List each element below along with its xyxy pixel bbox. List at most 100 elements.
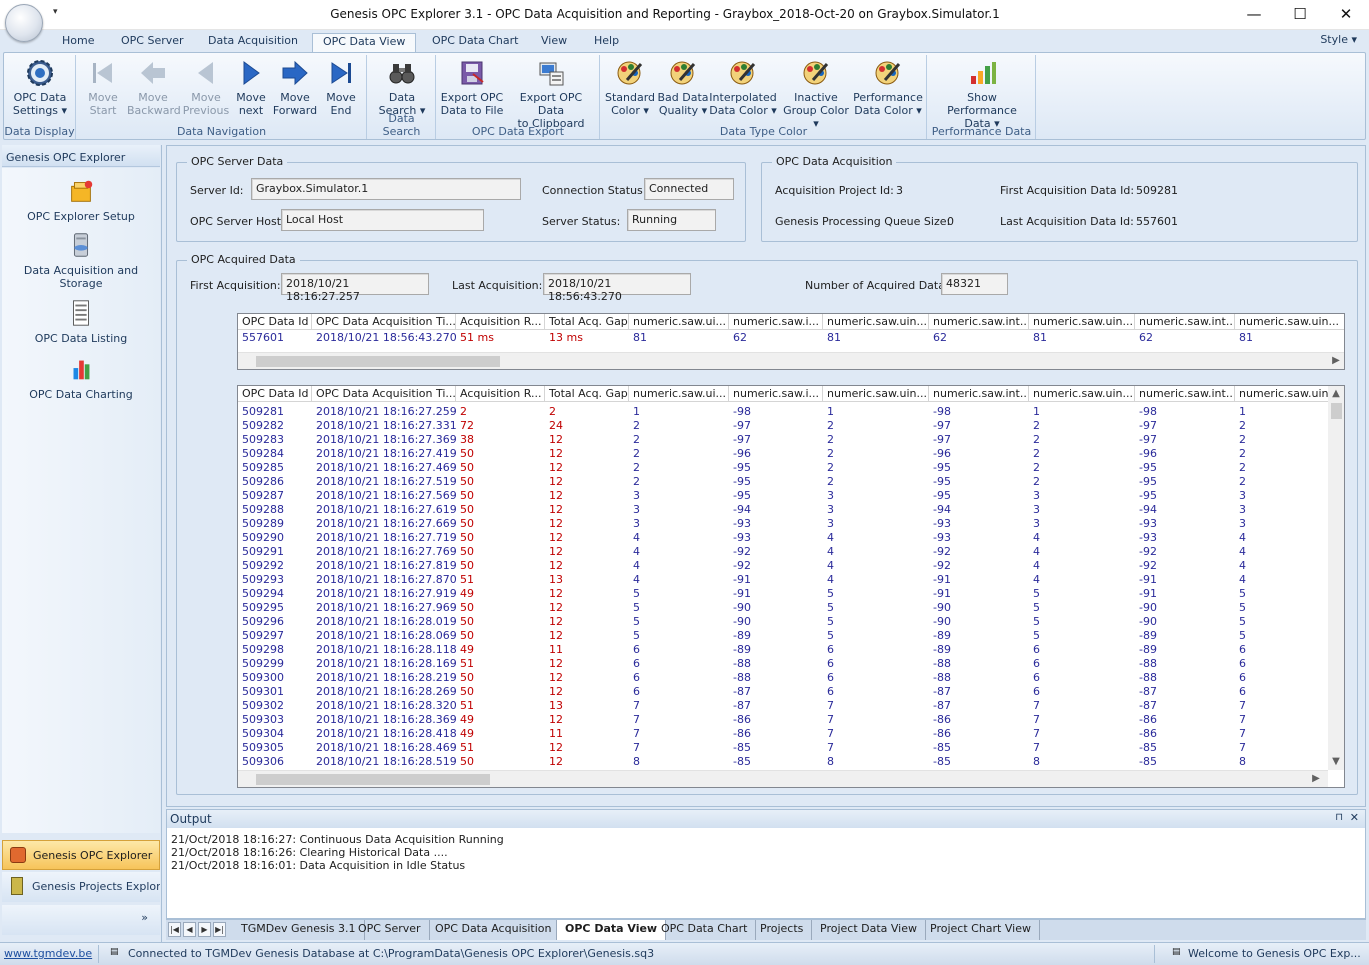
nav-more-button[interactable]: » [2,905,160,935]
table-row[interactable]: 509300 2018/10/21 18:16:28.219 50 12 6 -88 6 -8… [238,671,1328,685]
application-menu-button[interactable] [5,4,43,42]
tab-opc-data-view[interactable]: OPC Data View [312,33,417,52]
performance-color-button[interactable]: Performance Data Color ▾ [853,57,923,117]
export-to-clipboard-button[interactable]: Export OPC Data to Clipboard [507,57,595,130]
close-icon[interactable]: ✕ [1350,811,1359,824]
last-acquisition-field[interactable]: 2018/10/21 18:56:43.270 [543,273,691,303]
standard-color-button[interactable]: Standard Color ▾ [603,57,657,117]
column-header[interactable]: numeric.saw.int... [929,314,1029,330]
doc-tab-project-chart-view[interactable]: Project Chart View [922,920,1040,940]
tab-opc-data-chart[interactable]: OPC Data Chart [422,33,528,52]
doc-tab-opc-data-acquisition[interactable]: OPC Data Acquisition [427,920,561,940]
table-row[interactable]: 509282 2018/10/21 18:16:27.331 72 24 2 -97 2 -9… [238,419,1328,433]
style-menu[interactable]: Style ▾ [1320,33,1357,46]
table-row[interactable]: 509283 2018/10/21 18:16:27.369 38 12 2 -97 2 -9… [238,433,1328,447]
table-row[interactable]: 509297 2018/10/21 18:16:28.069 50 12 5 -89 5 -8… [238,629,1328,643]
minimize-button[interactable]: — [1231,0,1277,30]
maximize-button[interactable]: ☐ [1277,0,1323,30]
opc-data-settings-button[interactable]: OPC Data Settings ▾ [6,57,74,117]
move-next-button[interactable]: Move next [233,57,269,117]
move-backward-button[interactable]: Move Backward [127,57,181,117]
tab-data-acquisition[interactable]: Data Acquisition [198,33,308,52]
column-header[interactable]: OPC Data Id [238,314,312,330]
table-row[interactable]: 509288 2018/10/21 18:16:27.619 50 12 3 -94 3 -9… [238,503,1328,517]
website-link[interactable]: www.tgmdev.be [4,947,92,960]
doc-tab-project-data-view[interactable]: Project Data View [812,920,926,940]
column-header[interactable]: numeric.saw.ui... [629,314,729,330]
table-row[interactable]: 509286 2018/10/21 18:16:27.519 50 12 2 -95 2 -9… [238,475,1328,489]
column-header[interactable]: Acquisition R... [456,314,545,330]
pin-icon[interactable]: ⊓ [1335,812,1343,823]
table-row[interactable]: 509291 2018/10/21 18:16:27.769 50 12 4 -92 4 -9… [238,545,1328,559]
table-row[interactable]: 509305 2018/10/21 18:16:28.469 51 12 7 -85 7 -8… [238,741,1328,755]
tab-home[interactable]: Home [52,33,104,52]
scroll-right-icon[interactable]: ▶ [1328,353,1344,369]
scroll-up-icon[interactable]: ▲ [1328,386,1344,402]
interpolated-color-button[interactable]: Interpolated Data Color ▾ [709,57,777,117]
column-header[interactable]: numeric.saw.uin... [823,314,929,330]
table-row[interactable]: 509301 2018/10/21 18:16:28.269 50 12 6 -87 6 -8… [238,685,1328,699]
column-header[interactable]: numeric.saw.int... [1135,314,1235,330]
last-tab-icon[interactable]: ▶| [213,922,226,937]
first-tab-icon[interactable]: |◀ [168,922,181,937]
latest-grid-hscrollbar[interactable]: ▶ [238,352,1344,369]
column-header[interactable]: numeric.saw.uin... [1029,314,1135,330]
export-to-file-button[interactable]: Export OPC Data to File [439,57,505,117]
table-row[interactable]: 557601 2018/10/21 18:56:43.270 51 ms 13 ms 8… [238,331,1328,345]
scroll-thumb[interactable] [256,774,490,785]
server-id-field[interactable]: Graybox.Simulator.1 [251,178,521,200]
nav-item-opc-explorer-setup[interactable]: OPC Explorer Setup [2,176,160,223]
table-row[interactable]: 509295 2018/10/21 18:16:27.969 50 12 5 -90 5 -9… [238,601,1328,615]
nav-bottom-genesis-opc-explorer[interactable]: Genesis OPC Explorer [2,840,160,870]
move-forward-button[interactable]: Move Forward [271,57,319,117]
table-row[interactable]: 509281 2018/10/21 18:16:27.259 2 2 1 -98 1 -98 1… [238,405,1328,419]
acquired-grid-hscrollbar[interactable]: ▶ [238,770,1328,787]
scroll-right-icon[interactable]: ▶ [1308,771,1324,787]
nav-item-data-acquisition[interactable]: Data Acquisition and Storage [2,230,160,290]
acquired-data-grid[interactable]: OPC Data Id OPC Data Acquisition Ti... Acq… [237,385,1345,788]
tab-opc-server[interactable]: OPC Server [111,33,194,52]
move-previous-button[interactable]: Move Previous [181,57,231,117]
doc-tab-tgmdev-genesis[interactable]: TGMDev Genesis 3.1 [233,920,365,940]
column-header[interactable]: numeric.saw.int... [929,386,1029,402]
column-header[interactable]: numeric.saw.int... [1135,386,1235,402]
column-header[interactable]: OPC Data Acquisition Ti... [312,314,456,330]
nav-item-opc-data-listing[interactable]: OPC Data Listing [2,298,160,345]
column-header[interactable]: Total Acq. Gap [545,386,629,402]
table-row[interactable]: 509290 2018/10/21 18:16:27.719 50 12 4 -93 4 -9… [238,531,1328,545]
table-row[interactable]: 509285 2018/10/21 18:16:27.469 50 12 2 -95 2 -9… [238,461,1328,475]
table-row[interactable]: 509284 2018/10/21 18:16:27.419 50 12 2 -96 2 -9… [238,447,1328,461]
column-header[interactable]: numeric.saw.i... [729,314,823,330]
doc-tab-opc-data-chart[interactable]: OPC Data Chart [653,920,757,940]
acquired-grid-vscrollbar[interactable]: ▲ ▼ [1328,386,1344,770]
table-row[interactable]: 509292 2018/10/21 18:16:27.819 50 12 4 -92 4 -9… [238,559,1328,573]
table-row[interactable]: 509294 2018/10/21 18:16:27.919 49 12 5 -91 5 -9… [238,587,1328,601]
bad-data-quality-button[interactable]: Bad Data Quality ▾ [657,57,709,117]
inactive-group-color-button[interactable]: Inactive Group Color ▾ [779,57,853,130]
first-acquisition-field[interactable]: 2018/10/21 18:16:27.257 [281,273,429,303]
column-header[interactable]: numeric.saw.uin... [823,386,929,402]
column-header[interactable]: numeric.saw.ui... [629,386,729,402]
close-button[interactable]: ✕ [1323,0,1369,30]
tab-help[interactable]: Help [584,33,629,52]
table-row[interactable]: 509298 2018/10/21 18:16:28.118 49 11 6 -89 6 -8… [238,643,1328,657]
table-row[interactable]: 509304 2018/10/21 18:16:28.418 49 11 7 -86 7 -8… [238,727,1328,741]
acquired-count-field[interactable]: 48321 [941,273,1008,295]
column-header[interactable]: numeric.saw.uin... [1029,386,1135,402]
next-tab-icon[interactable]: ▶ [198,922,211,937]
server-host-field[interactable]: Local Host [281,209,484,231]
data-search-button[interactable]: Data Search ▾ [372,57,432,117]
move-end-button[interactable]: Move End [321,57,361,117]
table-row[interactable]: 509306 2018/10/21 18:16:28.519 50 12 8 -85 8 -8… [238,755,1328,769]
column-header[interactable]: OPC Data Id [238,386,312,402]
table-row[interactable]: 509303 2018/10/21 18:16:28.369 49 12 7 -86 7 -8… [238,713,1328,727]
table-row[interactable]: 509302 2018/10/21 18:16:28.320 51 13 7 -87 7 -8… [238,699,1328,713]
scroll-thumb[interactable] [256,356,500,367]
tab-view[interactable]: View [531,33,577,52]
table-row[interactable]: 509293 2018/10/21 18:16:27.870 51 13 4 -91 4 -9… [238,573,1328,587]
show-performance-button[interactable]: Show Performance Data ▾ [932,57,1032,130]
nav-bottom-genesis-projects-explorer[interactable]: Genesis Projects Explor... [2,872,160,902]
prev-tab-icon[interactable]: ◀ [183,922,196,937]
table-row[interactable]: 509289 2018/10/21 18:16:27.669 50 12 3 -93 3 -9… [238,517,1328,531]
column-header[interactable]: Total Acq. Gap [545,314,629,330]
